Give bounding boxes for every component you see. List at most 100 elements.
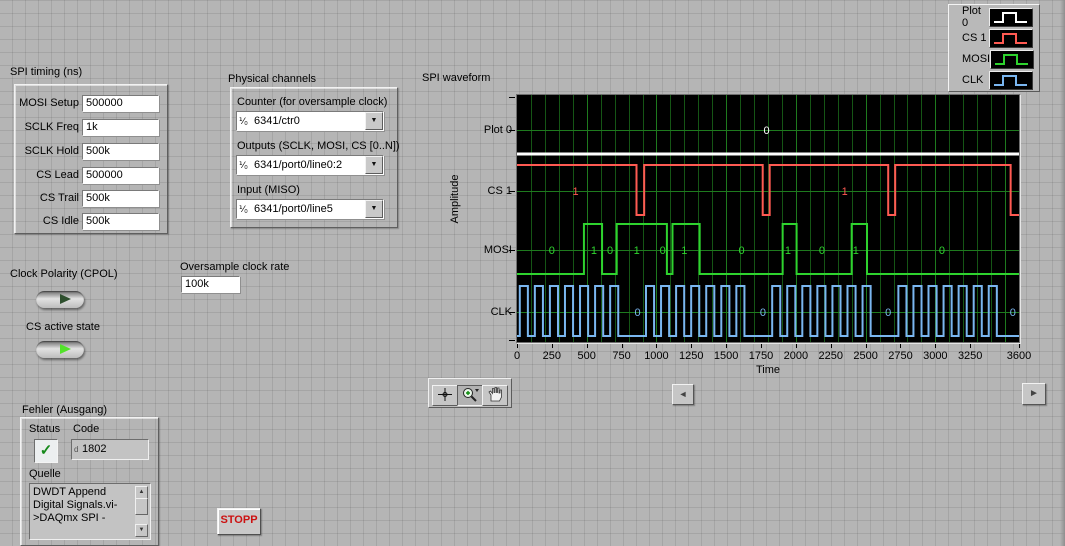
svg-text:0: 0: [738, 245, 744, 257]
x-axis-title: Time: [755, 364, 781, 376]
pan-hand-tool-button[interactable]: [482, 385, 508, 406]
legend-label-clk: CLK: [962, 74, 984, 86]
legend-row-mosi[interactable]: MOSI: [949, 49, 1039, 69]
cpol-switch[interactable]: [36, 291, 84, 308]
error-source-line: >DAQmx SPI -: [33, 512, 106, 524]
legend-label-cs1: CS 1: [962, 32, 987, 44]
physical-channel-io-icon: ⅟₀: [239, 203, 248, 214]
error-cluster-title: Fehler (Ausgang): [22, 404, 107, 416]
cpol-label: Clock Polarity (CPOL): [10, 268, 118, 280]
cs-idle-label: CS Idle: [42, 215, 79, 227]
panel-edge-shade: [1060, 0, 1065, 546]
svg-text:0: 0: [660, 245, 666, 257]
physical-channel-io-icon: ⅟₀: [239, 159, 248, 170]
y-label-cs1: CS 1: [487, 185, 512, 197]
physical-channel-io-icon: ⅟₀: [239, 115, 248, 126]
cs-active-label: CS active state: [26, 321, 100, 333]
oversample-rate-field[interactable]: 100k: [181, 276, 240, 293]
y-axis-title: Amplitude: [449, 174, 461, 224]
error-source-line: Digital Signals.vi-: [33, 499, 118, 511]
svg-text:0: 0: [764, 125, 770, 137]
sclk-freq-field[interactable]: 1k: [82, 119, 159, 136]
mosi-setup-field[interactable]: 500000: [82, 95, 159, 112]
legend-label-mosi: MOSI: [962, 53, 991, 65]
x-axis-tick: [900, 344, 902, 348]
error-code-field: d 1802: [71, 439, 149, 460]
oversample-rate-label: Oversample clock rate: [180, 261, 290, 273]
error-cluster: Status ✓ Code d 1802 Quelle DWDT Append …: [20, 417, 159, 546]
scroll-left-icon: ◄: [678, 389, 688, 399]
error-source-box: DWDT Append Digital Signals.vi- >DAQmx S…: [29, 483, 151, 540]
spi-timing-cluster: MOSI Setup 500000 SCLK Freq 1k SCLK Hold…: [14, 84, 168, 234]
x-axis-tick: [830, 344, 832, 348]
x-axis-tick: [551, 344, 553, 348]
svg-text:1: 1: [785, 245, 791, 257]
legend-label-plot0: Plot 0: [962, 5, 981, 29]
y-label-plot0: Plot 0: [483, 124, 512, 136]
svg-text:0: 0: [549, 245, 555, 257]
input-channel-combo[interactable]: ⅟₀ 6341/port0/line5 ▼: [236, 199, 384, 219]
svg-text:1: 1: [634, 245, 640, 257]
square-wave-glyph-icon[interactable]: [989, 28, 1033, 48]
sclk-freq-label: SCLK Freq: [24, 121, 79, 133]
scroll-right-icon: ►: [1029, 388, 1039, 399]
svg-text:0: 0: [939, 245, 945, 257]
physical-channels-title: Physical channels: [228, 73, 317, 85]
cpol-switch-arrow-icon: [60, 294, 71, 304]
x-axis-tick: [935, 344, 937, 348]
spi-timing-title: SPI timing (ns): [10, 66, 83, 78]
mosi-setup-label: MOSI Setup: [19, 97, 79, 109]
magnifier-icon: [463, 388, 479, 402]
legend-row-clk[interactable]: CLK: [949, 70, 1039, 90]
outputs-channel-dropdown-icon[interactable]: ▼: [365, 156, 383, 174]
graph-scroll-right-button[interactable]: ►: [1022, 383, 1046, 405]
legend-row-cs1[interactable]: CS 1: [949, 28, 1039, 48]
svg-text:1: 1: [591, 245, 597, 257]
svg-text:0: 0: [607, 245, 613, 257]
zoom-tool-button[interactable]: [457, 385, 483, 406]
svg-text:0: 0: [885, 307, 891, 319]
cs-trail-label: CS Trail: [39, 192, 79, 204]
legend-row-plot0[interactable]: Plot 0: [949, 5, 1039, 29]
error-source-scrollbar[interactable]: ▲ ▼: [135, 486, 148, 537]
x-axis-tick: [691, 344, 693, 348]
graph-toolbar: [428, 378, 512, 408]
x-axis-tick: [970, 344, 972, 348]
square-wave-glyph-icon[interactable]: [989, 7, 1033, 27]
y-label-mosi: MOSI: [483, 244, 512, 256]
x-axis-tick: [621, 344, 623, 348]
svg-text:1: 1: [573, 186, 579, 198]
error-source-label: Quelle: [29, 468, 61, 480]
error-status-label: Status: [29, 423, 61, 435]
error-code-value: 1802: [82, 443, 107, 455]
y-axis-tick: [509, 130, 515, 131]
sclk-hold-field[interactable]: 500k: [82, 143, 159, 160]
svg-text:1: 1: [842, 186, 848, 198]
stop-button[interactable]: STOPP: [217, 508, 261, 535]
error-code-label: Code: [73, 423, 100, 435]
waveform-plot-area[interactable]: 011010101010100000: [516, 94, 1020, 343]
outputs-channel-combo[interactable]: ⅟₀ 6341/port0/line0:2 ▼: [236, 155, 384, 175]
counter-channel-combo[interactable]: ⅟₀ 6341/ctr0 ▼: [236, 111, 384, 131]
cs-trail-field[interactable]: 500k: [82, 190, 159, 207]
y-axis-tick: [509, 250, 515, 251]
cs-idle-field[interactable]: 500k: [82, 213, 159, 230]
status-ok-check-icon: ✓: [39, 442, 53, 459]
graph-scroll-left-button[interactable]: ◄: [672, 384, 694, 405]
x-tick-label: 3600: [1006, 350, 1032, 362]
svg-text:0: 0: [1010, 307, 1016, 319]
cursor-crosshair-tool-button[interactable]: [432, 385, 458, 406]
x-axis-tick: [656, 344, 658, 348]
scrollbar-thumb[interactable]: [135, 498, 148, 515]
plot-legend: Plot 0 CS 1 MOSI CLK: [948, 4, 1040, 92]
input-channel-dropdown-icon[interactable]: ▼: [365, 200, 383, 218]
counter-channel-dropdown-icon[interactable]: ▼: [365, 112, 383, 130]
square-wave-glyph-icon[interactable]: [989, 70, 1033, 90]
input-channel-value: 6341/port0/line5: [254, 203, 333, 215]
physical-channels-cluster: Counter (for oversample clock) ⅟₀ 6341/c…: [230, 87, 400, 228]
scroll-down-icon[interactable]: ▼: [135, 524, 148, 537]
cs-active-switch[interactable]: [36, 341, 84, 358]
cs-lead-field[interactable]: 500000: [82, 167, 159, 184]
square-wave-glyph-icon[interactable]: [990, 49, 1035, 69]
x-axis-tick: [761, 344, 763, 348]
